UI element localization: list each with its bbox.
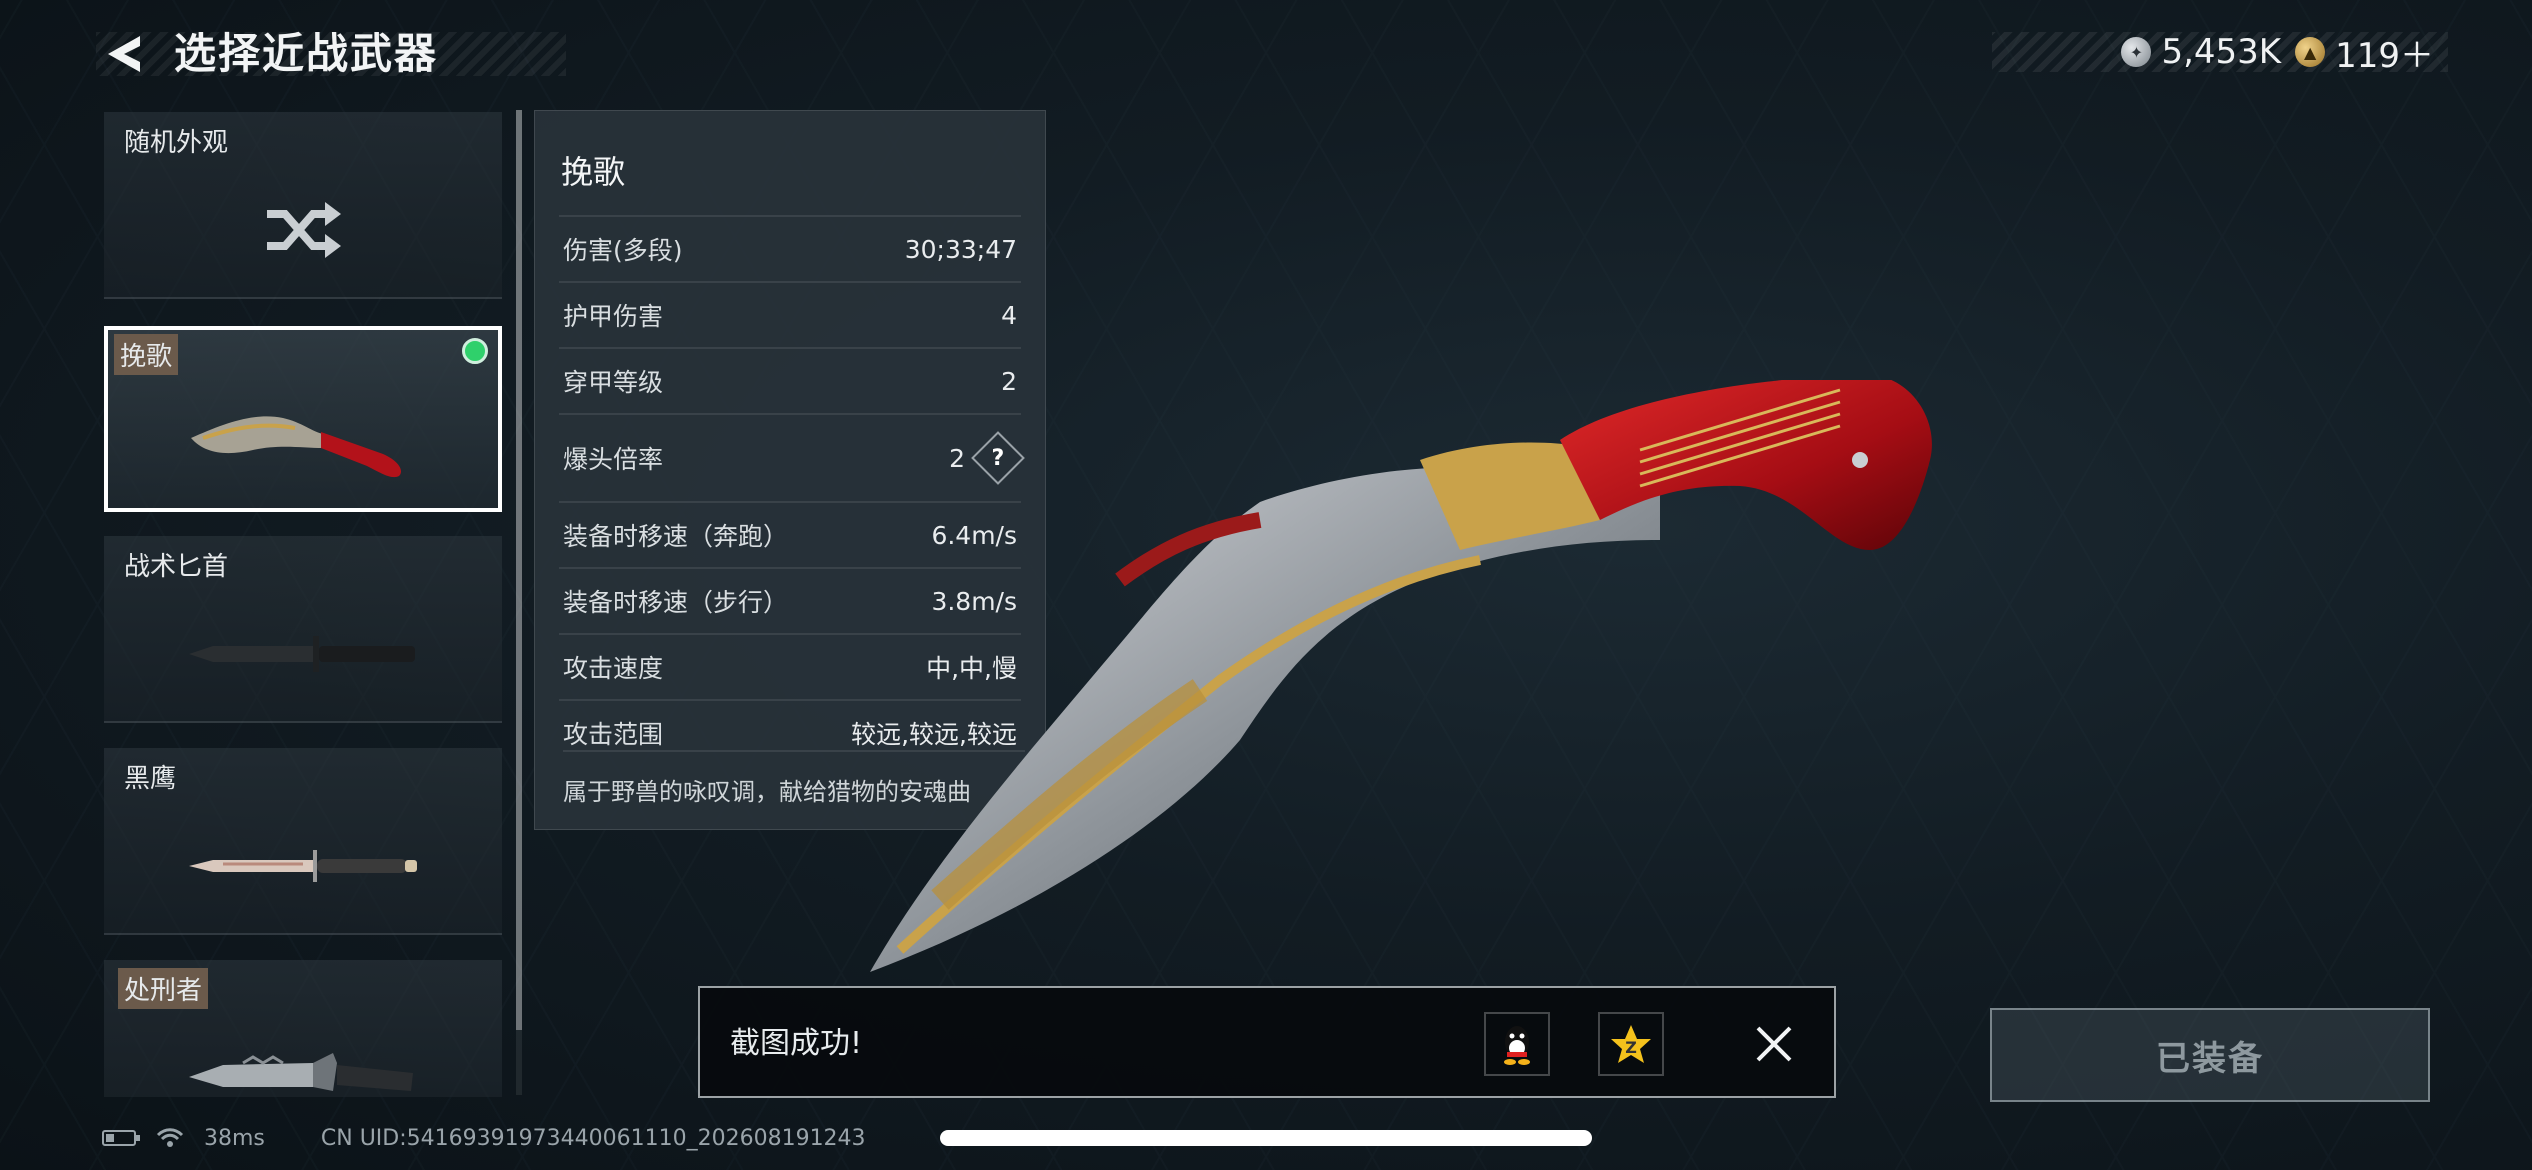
stat-label: 攻击范围 [563, 720, 664, 749]
weapon-name: 挽歌 [114, 334, 179, 375]
currency-silver[interactable]: ✦ 5,453K [2121, 32, 2281, 72]
status-footer: 38ms CN UID:54169391973440061110_2026081… [102, 1120, 866, 1156]
tactical-knife-icon [104, 596, 502, 711]
weapon-card-random[interactable]: 随机外观 [104, 112, 502, 299]
share-qzone-button[interactable]: Z [1598, 1012, 1664, 1076]
stat-label: 爆头倍率 [563, 445, 664, 474]
weapon-card-tactical-dagger[interactable]: 战术匕首 [104, 536, 502, 723]
back-button[interactable] [96, 26, 152, 82]
header: 选择近战武器 [96, 22, 566, 82]
qzone-icon: Z [1611, 1025, 1651, 1063]
serrated-knife-icon [104, 1020, 502, 1097]
weapon-name: 随机外观 [124, 128, 229, 158]
knife-preview[interactable] [860, 380, 2060, 1000]
equipped-button[interactable]: 已装备 [1990, 1008, 2430, 1102]
stat-value: 30;33;47 [904, 234, 1017, 264]
weapon-card-elegy[interactable]: 挽歌 [104, 326, 502, 512]
weapon-card-executioner[interactable]: 处刑者 [104, 960, 502, 1097]
gold-coin-icon: ▲ [2295, 37, 2326, 67]
wifi-icon [156, 1128, 184, 1147]
stat-label: 护甲伤害 [563, 302, 664, 331]
uid-text: CN UID:54169391973440061110_202608191243 [320, 1125, 866, 1151]
silver-amount: 5,453K [2161, 32, 2282, 72]
currency-bar: ✦ 5,453K ▲ 119＋ [1992, 32, 2448, 76]
stat-label: 伤害(多段) [563, 236, 683, 265]
currency-gold[interactable]: ▲ 119＋ [2295, 28, 2434, 77]
weapon-name: 黑鹰 [124, 764, 177, 794]
page-title: 选择近战武器 [174, 29, 439, 78]
stat-label: 攻击速度 [563, 654, 664, 683]
stat-label: 装备时移速（奔跑） [563, 522, 789, 551]
stats-title: 挽歌 [561, 153, 626, 191]
stat-row-armor-damage: 护甲伤害 4 [559, 281, 1021, 347]
equipped-indicator [462, 338, 488, 364]
close-icon[interactable] [1744, 1014, 1804, 1074]
screenshot-toast: 截图成功! Z [698, 986, 1836, 1098]
toast-message: 截图成功! [730, 1026, 863, 1061]
stat-label: 装备时移速（步行） [563, 588, 789, 617]
stat-row-damage: 伤害(多段) 30;33;47 [559, 215, 1021, 281]
battery-icon [102, 1130, 140, 1146]
qq-icon [1504, 1026, 1530, 1065]
weapon-list-scrollbar[interactable] [516, 110, 522, 1095]
ping-text: 38ms [204, 1125, 265, 1151]
gold-amount: 119＋ [2335, 35, 2434, 76]
kukri-knife-icon [108, 390, 498, 498]
svg-text:Z: Z [1625, 1038, 1637, 1057]
stat-value: 4 [1001, 300, 1017, 330]
scrollbar-thumb[interactable] [516, 110, 522, 1030]
combat-knife-icon [104, 808, 502, 923]
share-qq-button[interactable] [1484, 1012, 1550, 1076]
weapon-name: 战术匕首 [124, 552, 229, 582]
home-indicator[interactable] [940, 1130, 1592, 1146]
back-arrow-icon [108, 36, 140, 72]
weapon-list[interactable]: 随机外观 挽歌 战术匕首 黑鹰 处刑者 [104, 112, 502, 1097]
shuffle-icon [104, 172, 502, 287]
silver-coin-icon: ✦ [2121, 37, 2152, 67]
stat-label: 穿甲等级 [563, 368, 664, 397]
weapon-name: 处刑者 [118, 968, 209, 1009]
weapon-card-black-hawk[interactable]: 黑鹰 [104, 748, 502, 935]
